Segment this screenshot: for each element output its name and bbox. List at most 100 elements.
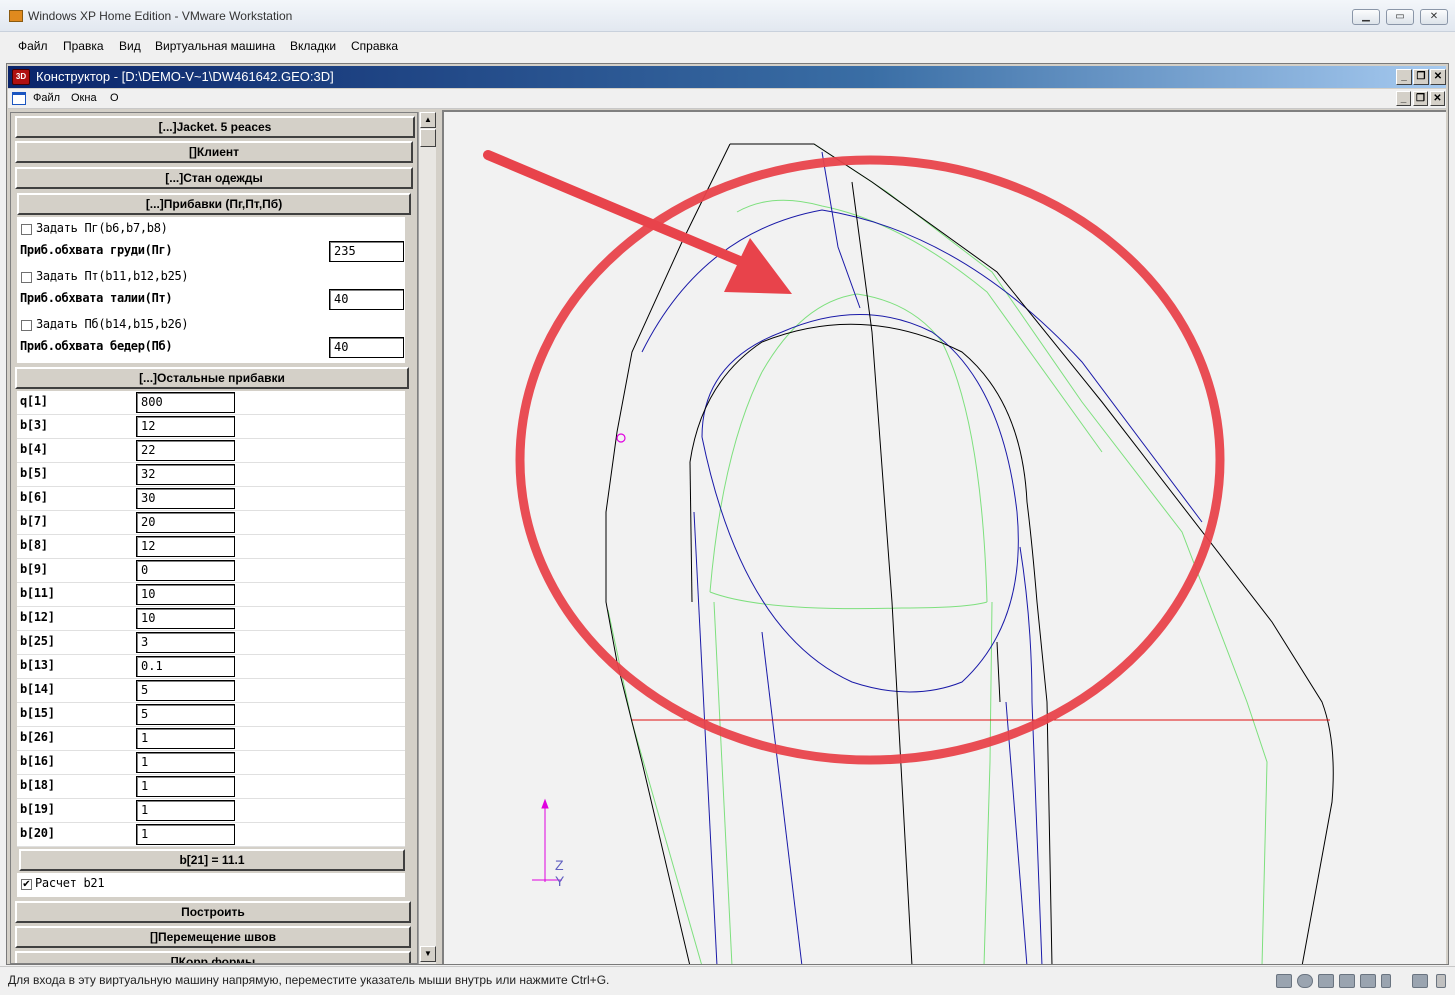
- menu-tabs[interactable]: Вкладки: [290, 39, 336, 53]
- param-row: b[16] 1: [17, 751, 405, 775]
- param-input[interactable]: 10: [136, 608, 235, 629]
- menu-help[interactable]: Справка: [351, 39, 398, 53]
- param-row: b[14] 5: [17, 679, 405, 703]
- param-input[interactable]: 1: [136, 824, 235, 845]
- menu-o[interactable]: O: [110, 92, 119, 104]
- pb-input[interactable]: 40: [329, 337, 404, 358]
- param-input[interactable]: 32: [136, 464, 235, 485]
- set-pb-label: Задать Пб(b14,b15,b26): [36, 317, 189, 331]
- param-input[interactable]: 3: [136, 632, 235, 653]
- param-row: b[8] 12: [17, 535, 405, 559]
- sound-icon[interactable]: [1360, 974, 1376, 988]
- menu-view[interactable]: Вид: [119, 39, 141, 53]
- printer-icon[interactable]: [1339, 974, 1355, 988]
- set-pb-checkbox[interactable]: [21, 320, 32, 331]
- axis-y-label: Y: [555, 873, 565, 889]
- konstruktor-title-bar: 3D Конструктор - [D:\DEMO-V~1\DW461642.G…: [8, 66, 1446, 88]
- mdi-minimize-button[interactable]: _: [1396, 69, 1412, 85]
- set-pg-label: Задать Пг(b6,b7,b8): [36, 221, 168, 235]
- mdi-restore-button[interactable]: ❐: [1413, 69, 1429, 85]
- pattern-drawing: Z Y: [483, 143, 1334, 964]
- scroll-thumb[interactable]: [420, 129, 436, 147]
- menu-vm[interactable]: Виртуальная машина: [155, 39, 275, 53]
- param-label: b[9]: [20, 562, 48, 576]
- raschet-checkbox[interactable]: ✔: [21, 879, 32, 890]
- param-input[interactable]: 10: [136, 584, 235, 605]
- param-label: b[6]: [20, 490, 48, 504]
- param-row: b[18] 1: [17, 775, 405, 799]
- drawing-canvas[interactable]: Z Y: [442, 110, 1446, 964]
- vmware-title-bar: Windows XP Home Edition - VMware Worksta…: [0, 0, 1455, 32]
- pg-label: Приб.обхвата груди(Пг): [20, 243, 173, 257]
- section-pribavki[interactable]: [...]Прибавки (Пг,Пт,Пб): [17, 193, 411, 215]
- param-input[interactable]: 22: [136, 440, 235, 461]
- child-restore-button[interactable]: ❐: [1413, 91, 1428, 106]
- child-close-button[interactable]: ✕: [1430, 91, 1445, 106]
- pg-input[interactable]: 235: [329, 241, 404, 262]
- param-input[interactable]: 20: [136, 512, 235, 533]
- minimize-button[interactable]: ▁: [1352, 9, 1380, 25]
- child-minimize-button[interactable]: _: [1396, 91, 1411, 106]
- axis-z-label: Z: [555, 857, 564, 873]
- param-row: b[5] 32: [17, 463, 405, 487]
- param-input[interactable]: 1: [136, 776, 235, 797]
- section-client[interactable]: []Клиент: [15, 141, 413, 163]
- network-icon[interactable]: [1318, 974, 1334, 988]
- konstruktor-menu-bar: Файл Окна O _ ❐ ✕: [8, 89, 1446, 109]
- document-icon[interactable]: [12, 92, 26, 105]
- cdrom-icon[interactable]: [1297, 974, 1313, 988]
- param-row: b[12] 10: [17, 607, 405, 631]
- param-row: b[6] 30: [17, 487, 405, 511]
- param-row: b[9] 0: [17, 559, 405, 583]
- param-input[interactable]: 1: [136, 728, 235, 749]
- param-row: q[1] 800: [17, 391, 405, 415]
- param-input[interactable]: 1: [136, 752, 235, 773]
- pribavki-box: Задать Пг(b6,b7,b8) Приб.обхвата груди(П…: [17, 217, 405, 363]
- param-label: b[25]: [20, 634, 55, 648]
- param-input[interactable]: 0: [136, 560, 235, 581]
- b21-display: b[21] = 11.1: [19, 849, 405, 871]
- param-row: b[7] 20: [17, 511, 405, 535]
- menu-file[interactable]: Файл: [18, 39, 48, 53]
- scroll-down-icon[interactable]: ▼: [420, 946, 436, 962]
- param-label: b[20]: [20, 826, 55, 840]
- section-korr[interactable]: []Корр.формы: [15, 951, 411, 963]
- param-label: b[3]: [20, 418, 48, 432]
- param-input[interactable]: 800: [136, 392, 235, 413]
- build-button[interactable]: Построить: [15, 901, 411, 923]
- pt-input[interactable]: 40: [329, 289, 404, 310]
- maximize-button[interactable]: ▭: [1386, 9, 1414, 25]
- scroll-up-icon[interactable]: ▲: [420, 112, 436, 128]
- param-input[interactable]: 0.1: [136, 656, 235, 677]
- panel-scrollbar[interactable]: ▲ ▼: [418, 112, 436, 964]
- menu-fayl[interactable]: Файл: [33, 92, 60, 104]
- message-icon[interactable]: [1412, 974, 1428, 988]
- param-label: b[18]: [20, 778, 55, 792]
- param-input[interactable]: 30: [136, 488, 235, 509]
- usb-icon[interactable]: [1381, 974, 1391, 988]
- section-peremeshenie[interactable]: []Перемещение швов: [15, 926, 411, 948]
- param-input[interactable]: 5: [136, 680, 235, 701]
- param-input[interactable]: 5: [136, 704, 235, 725]
- mdi-close-button[interactable]: ✕: [1430, 69, 1446, 85]
- pt-label: Приб.обхвата талии(Пт): [20, 291, 173, 305]
- set-pt-checkbox[interactable]: [21, 272, 32, 283]
- close-button[interactable]: ✕: [1420, 9, 1448, 25]
- param-row: b[19] 1: [17, 799, 405, 823]
- annotation-circle: [515, 155, 1225, 765]
- resize-grip-icon: [1436, 974, 1446, 988]
- section-stan[interactable]: [...]Стан одежды: [15, 167, 413, 189]
- hdd-icon[interactable]: [1276, 974, 1292, 988]
- marker-point-icon[interactable]: [616, 433, 626, 443]
- section-jacket[interactable]: [...]Jacket. 5 peaces: [15, 116, 415, 138]
- param-input[interactable]: 1: [136, 800, 235, 821]
- section-ostalnye[interactable]: [...]Остальные прибавки: [15, 367, 409, 389]
- menu-edit[interactable]: Правка: [63, 39, 104, 53]
- param-input[interactable]: 12: [136, 536, 235, 557]
- param-label: b[19]: [20, 802, 55, 816]
- raschet-row: ✔ Расчет b21: [17, 873, 405, 897]
- param-input[interactable]: 12: [136, 416, 235, 437]
- set-pg-checkbox[interactable]: [21, 224, 32, 235]
- menu-okna[interactable]: Окна: [71, 92, 97, 104]
- raschet-label: Расчет b21: [35, 876, 105, 890]
